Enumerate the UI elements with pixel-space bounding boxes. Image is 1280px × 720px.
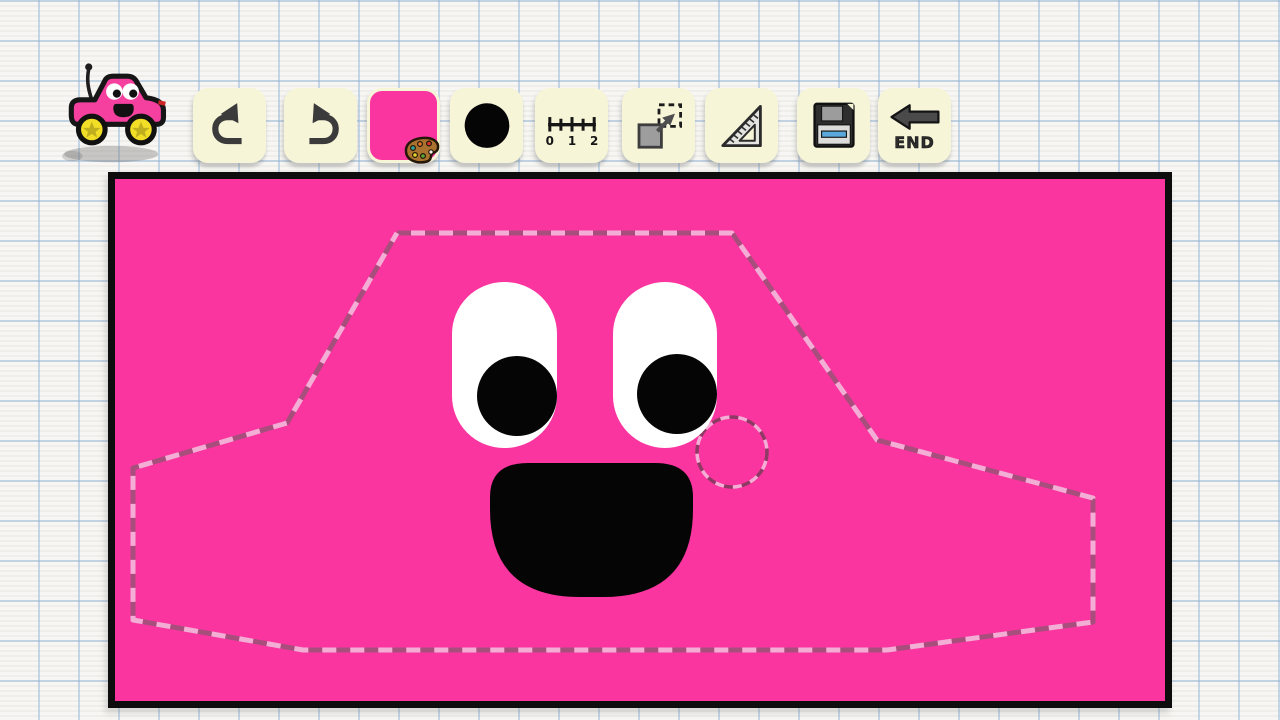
end-button[interactable]: END (878, 88, 951, 163)
save-floppy-icon (812, 102, 855, 148)
move-selection-icon (637, 102, 682, 149)
drawing-canvas[interactable] (108, 172, 1172, 708)
mouth (490, 463, 693, 597)
mascot-wheel-left (75, 113, 108, 146)
palette-icon (404, 136, 440, 164)
color-picker-button[interactable] (367, 88, 440, 164)
mascot-wheel-right (125, 113, 157, 146)
undo-button[interactable] (193, 88, 266, 163)
set-square-button[interactable] (705, 88, 778, 163)
brush-size-button[interactable] (450, 88, 523, 163)
ruler-icon: 0 1 2 (545, 116, 598, 148)
right-eye-pupil (637, 354, 717, 434)
ruler-button[interactable]: 0 1 2 (535, 88, 608, 163)
save-button[interactable] (797, 88, 870, 163)
ruler-label-2: 2 (590, 134, 598, 148)
brush-size-dot-icon (464, 102, 509, 148)
redo-arrow-icon (308, 102, 339, 144)
painted-face (452, 282, 717, 597)
transform-selection-button[interactable] (622, 88, 695, 163)
redo-button[interactable] (284, 88, 357, 163)
end-button-label: END (894, 132, 935, 152)
ruler-label-0: 0 (545, 134, 553, 148)
end-arrow-icon (889, 103, 940, 130)
mascot-car-logo (62, 63, 167, 163)
dashed-circle-cursor (695, 415, 769, 489)
undo-arrow-icon (211, 102, 242, 144)
set-square-icon (720, 104, 762, 147)
mascot-mouth (113, 103, 134, 118)
ruler-label-1: 1 (567, 134, 575, 148)
canvas-drawing-layer (130, 230, 1096, 653)
mascot-antenna (85, 68, 94, 101)
left-eye-pupil (477, 356, 557, 436)
